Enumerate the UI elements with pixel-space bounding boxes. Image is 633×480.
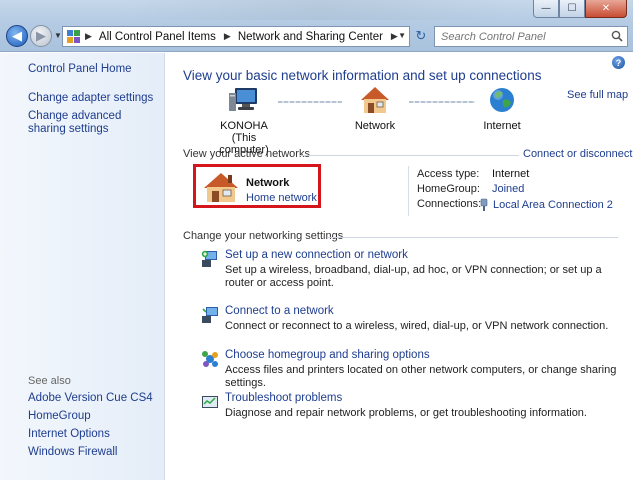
see-also-heading: See also <box>28 375 71 387</box>
forward-button[interactable]: ▶ <box>30 25 52 47</box>
change-adapter-settings-link[interactable]: Change adapter settings <box>28 92 153 105</box>
house-icon <box>361 87 389 113</box>
homegroup-icon[interactable] <box>200 349 220 369</box>
search-icon[interactable] <box>611 30 623 42</box>
troubleshoot-description: Diagnose and repair network problems, or… <box>225 407 587 419</box>
control-panel-home-link[interactable]: Control Panel Home <box>28 63 132 76</box>
see-also-adobe-version-cue[interactable]: Adobe Version Cue CS4 <box>28 392 153 405</box>
title-bar[interactable] <box>120 0 520 20</box>
map-internet-label: Internet <box>483 120 521 132</box>
access-type-value: Internet <box>492 168 530 180</box>
window-chrome: — ☐ ✕ ◀ ▶ ▼ ▶ All Control Panel Items ▶ … <box>0 0 633 52</box>
ethernet-icon <box>480 198 488 211</box>
help-icon[interactable]: ? <box>612 56 625 69</box>
computer-icon <box>229 88 257 111</box>
see-full-map-link[interactable]: See full map <box>567 89 628 101</box>
new-connection-icon[interactable] <box>200 249 220 269</box>
connect-to-network-description: Connect or reconnect to a wireless, wire… <box>225 320 609 332</box>
computer-name: KONOHA <box>220 120 268 132</box>
maximize-button[interactable]: ☐ <box>559 0 585 18</box>
window-controls: — ☐ ✕ <box>533 0 627 18</box>
page-title: View your basic network information and … <box>183 68 542 83</box>
active-network-card: Network Home network <box>193 164 321 208</box>
breadcrumb-all-control-panel-items[interactable]: All Control Panel Items <box>99 31 216 43</box>
section-divider <box>299 155 519 156</box>
connect-or-disconnect-link[interactable]: Connect or disconnect <box>523 148 632 160</box>
breadcrumb-separator[interactable]: ▶ <box>391 31 398 42</box>
left-task-pane: Control Panel Home Change adapter settin… <box>0 53 165 480</box>
connection-name[interactable]: Local Area Connection 2 <box>493 199 613 212</box>
address-bar[interactable]: ▶ All Control Panel Items ▶ Network and … <box>62 26 410 47</box>
access-type-label: Access type: <box>417 168 480 180</box>
globe-icon <box>490 88 514 112</box>
homegroup-label: HomeGroup: <box>417 183 480 195</box>
map-connector <box>409 101 475 103</box>
refresh-icon[interactable]: ↻ <box>412 26 430 47</box>
change-settings-heading: Change your networking settings <box>183 230 344 242</box>
troubleshoot-problems-link[interactable]: Troubleshoot problems <box>225 392 342 404</box>
breadcrumb-separator[interactable]: ▶ <box>224 31 231 42</box>
map-connector <box>278 101 342 103</box>
address-dropdown[interactable]: ▼ <box>398 31 406 40</box>
setup-connection-link[interactable]: Set up a new connection or network <box>225 249 408 261</box>
map-network-label: Network <box>354 120 396 132</box>
map-node-internet: Internet <box>477 85 527 132</box>
back-button[interactable]: ◀ <box>6 25 28 47</box>
connections-label: Connections: <box>417 198 482 210</box>
connection-link[interactable]: Local Area Connection 2 <box>479 198 613 212</box>
close-button[interactable]: ✕ <box>585 0 627 18</box>
see-also-homegroup[interactable]: HomeGroup <box>28 410 91 423</box>
vertical-divider <box>408 166 409 216</box>
change-advanced-sharing-link[interactable]: Change advanced sharing settings <box>28 110 153 136</box>
connect-to-network-link[interactable]: Connect to a network <box>225 305 334 317</box>
see-also-internet-options[interactable]: Internet Options <box>28 428 110 441</box>
homegroup-sharing-link[interactable]: Choose homegroup and sharing options <box>225 349 430 361</box>
search-box[interactable] <box>434 26 628 47</box>
network-name: Network <box>246 177 290 189</box>
setup-connection-description: Set up a wireless, broadband, dial-up, a… <box>225 264 602 289</box>
breadcrumb-network-and-sharing-center[interactable]: Network and Sharing Center <box>238 31 383 43</box>
control-panel-icon <box>63 27 83 46</box>
map-node-computer: KONOHA (This computer) <box>206 85 282 156</box>
homegroup-sharing-description: Access files and printers located on oth… <box>225 364 617 389</box>
connect-network-icon[interactable] <box>200 305 220 325</box>
homegroup-joined-link[interactable]: Joined <box>492 183 524 196</box>
minimize-button[interactable]: — <box>533 0 559 18</box>
troubleshoot-icon[interactable] <box>200 392 220 412</box>
section-divider <box>328 237 618 238</box>
breadcrumb-separator[interactable]: ▶ <box>85 31 92 42</box>
main-content: ? View your basic network information an… <box>166 53 633 480</box>
active-networks-heading: View your active networks <box>183 148 310 160</box>
recent-pages-dropdown[interactable]: ▼ <box>54 31 62 40</box>
map-node-network: Network <box>345 85 405 132</box>
search-input[interactable] <box>435 27 605 46</box>
network-type-link[interactable]: Home network <box>246 192 317 204</box>
see-also-windows-firewall[interactable]: Windows Firewall <box>28 446 117 459</box>
house-icon[interactable] <box>201 171 241 203</box>
